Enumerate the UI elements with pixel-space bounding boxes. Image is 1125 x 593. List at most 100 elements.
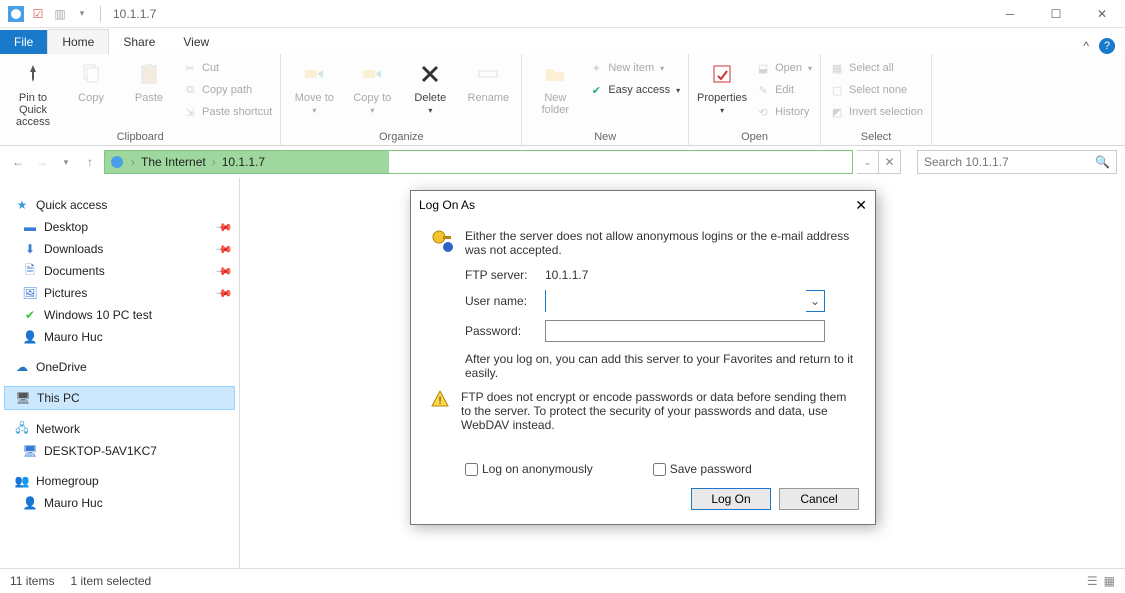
save-password-checkbox-input[interactable] (653, 463, 666, 476)
view-tab[interactable]: View (169, 30, 223, 54)
dialog-after-note: After you log on, you can add this serve… (431, 352, 859, 380)
cut-button[interactable]: ✂Cut (182, 58, 272, 78)
tree-homegroup-user[interactable]: 👤Mauro Huc (4, 492, 235, 514)
cloud-icon: ☁ (14, 359, 30, 375)
history-button[interactable]: ⟲History (755, 102, 812, 122)
anonymous-checkbox[interactable]: Log on anonymously (465, 462, 593, 476)
home-tab[interactable]: Home (47, 29, 109, 54)
nav-forward-button[interactable]: → (32, 152, 52, 172)
ribbon-collapse-icon[interactable]: ^ (1083, 39, 1089, 53)
tree-quick-access[interactable]: ★Quick access (4, 194, 235, 216)
breadcrumb-root[interactable]: The Internet (141, 155, 206, 169)
group-select-label: Select (829, 129, 923, 143)
breadcrumb-leaf[interactable]: 10.1.1.7 (222, 155, 265, 169)
open-icon: ⬓ (755, 60, 771, 76)
anonymous-checkbox-input[interactable] (465, 463, 478, 476)
qat-properties-icon[interactable]: ☑ (30, 6, 46, 22)
tree-homegroup[interactable]: 👥Homegroup (4, 470, 235, 492)
address-dropdown-button[interactable]: ⌄ (857, 150, 879, 174)
username-label: User name: (465, 294, 545, 308)
rename-icon (472, 58, 504, 90)
nav-tree[interactable]: ★Quick access ▬Desktop📌 ⬇Downloads📌 🗎Doc… (0, 178, 240, 568)
logon-button[interactable]: Log On (691, 488, 771, 510)
nav-up-button[interactable]: ↑ (80, 152, 100, 172)
invert-selection-button[interactable]: ◩Invert selection (829, 102, 923, 122)
search-input[interactable] (924, 155, 1095, 169)
logon-dialog: Log On As ✕ Either the server does not a… (410, 190, 876, 525)
folder-icon (539, 58, 571, 90)
user-icon: 👤 (22, 329, 38, 345)
delete-icon (414, 58, 446, 90)
qat-dropdown-icon[interactable]: ▾ (74, 6, 90, 22)
dialog-warning-text: FTP does not encrypt or encode passwords… (461, 390, 859, 432)
tree-onedrive[interactable]: ☁OneDrive (4, 356, 235, 378)
paste-icon (133, 58, 165, 90)
ftp-server-value: 10.1.1.7 (545, 268, 825, 282)
chevron-down-icon[interactable]: ⌄ (806, 294, 824, 308)
username-combo[interactable]: ⌄ (545, 290, 825, 312)
qat-newfolder-icon[interactable]: ▥ (52, 6, 68, 22)
search-box[interactable]: 🔍 (917, 150, 1117, 174)
dialog-close-button[interactable]: ✕ (855, 197, 867, 214)
tree-desktop[interactable]: ▬Desktop📌 (4, 216, 235, 238)
easyaccess-icon: ✔ (588, 82, 604, 98)
move-to-button[interactable]: Move to▾ (289, 58, 339, 115)
paste-shortcut-button[interactable]: ⇲Paste shortcut (182, 102, 272, 122)
username-input[interactable] (546, 290, 806, 312)
chevron-icon[interactable]: › (212, 155, 216, 169)
new-folder-button[interactable]: New folder (530, 58, 580, 116)
nav-back-button[interactable]: ← (8, 152, 28, 172)
tree-w10-test[interactable]: ✔Windows 10 PC test (4, 304, 235, 326)
tree-documents[interactable]: 🗎Documents📌 (4, 260, 235, 282)
history-icon: ⟲ (755, 104, 771, 120)
new-item-button[interactable]: ✦New item▾ (588, 58, 680, 78)
pin-icon: 📌 (215, 262, 234, 281)
nav-recent-button[interactable]: ▾ (56, 152, 76, 172)
select-none-button[interactable]: ▢Select none (829, 80, 923, 100)
select-all-button[interactable]: ▦Select all (829, 58, 923, 78)
tree-network[interactable]: 🖧Network (4, 418, 235, 440)
search-icon[interactable]: 🔍 (1095, 155, 1110, 169)
chevron-icon[interactable]: › (131, 155, 135, 169)
address-bar[interactable]: › The Internet › 10.1.1.7 (104, 150, 853, 174)
pin-quick-access-button[interactable]: Pin to Quick access (8, 58, 58, 128)
warning-icon: ! (431, 390, 449, 411)
copy-to-button[interactable]: Copy to▾ (347, 58, 397, 115)
window-title: 10.1.1.7 (113, 7, 156, 21)
copy-button[interactable]: Copy (66, 58, 116, 104)
pin-icon: 📌 (215, 218, 234, 237)
paste-button[interactable]: Paste (124, 58, 174, 104)
view-large-icon[interactable]: ▦ (1104, 574, 1115, 588)
tree-thispc[interactable]: 🖥This PC (4, 386, 235, 410)
rename-button[interactable]: Rename (463, 58, 513, 104)
easy-access-button[interactable]: ✔Easy access▾ (588, 80, 680, 100)
address-stop-button[interactable]: ✕ (879, 150, 901, 174)
dialog-title: Log On As (419, 198, 475, 212)
minimize-button[interactable]: ─ (987, 0, 1033, 28)
copy-path-button[interactable]: ⧉Copy path (182, 80, 272, 100)
tree-downloads[interactable]: ⬇Downloads📌 (4, 238, 235, 260)
help-icon[interactable]: ? (1099, 38, 1115, 54)
save-password-checkbox[interactable]: Save password (653, 462, 752, 476)
monitor-icon: 🖥 (22, 443, 38, 459)
pc-icon: 🖥 (15, 390, 31, 406)
password-input[interactable] (545, 320, 825, 342)
edit-button[interactable]: ✎Edit (755, 80, 812, 100)
cancel-button[interactable]: Cancel (779, 488, 859, 510)
maximize-button[interactable]: ☐ (1033, 0, 1079, 28)
location-icon (109, 154, 125, 170)
properties-button[interactable]: Properties▾ (697, 58, 747, 115)
tree-network-pc[interactable]: 🖥DESKTOP-5AV1KC7 (4, 440, 235, 462)
share-tab[interactable]: Share (109, 30, 169, 54)
close-button[interactable]: ✕ (1079, 0, 1125, 28)
status-selection: 1 item selected (70, 574, 151, 588)
ftp-server-label: FTP server: (465, 268, 545, 282)
downloads-icon: ⬇ (22, 241, 38, 257)
svg-text:!: ! (438, 395, 441, 407)
tree-pictures[interactable]: 🖼Pictures📌 (4, 282, 235, 304)
file-tab[interactable]: File (0, 30, 47, 54)
view-details-icon[interactable]: ☰ (1087, 574, 1098, 588)
open-button[interactable]: ⬓Open▾ (755, 58, 812, 78)
delete-button[interactable]: Delete▾ (405, 58, 455, 115)
tree-user[interactable]: 👤Mauro Huc (4, 326, 235, 348)
